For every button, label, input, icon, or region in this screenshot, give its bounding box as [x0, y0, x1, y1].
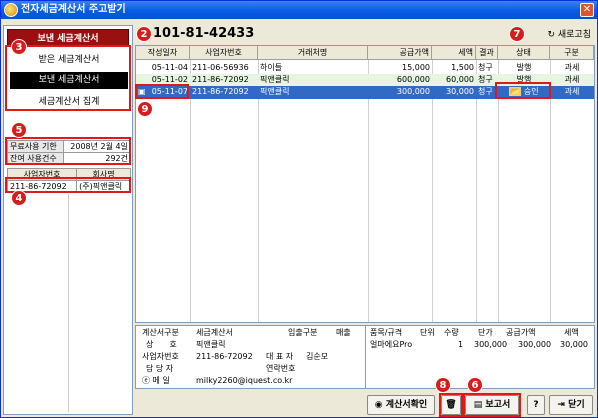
row-status: 발행 [516, 63, 532, 72]
row-kind: 과세 [564, 75, 580, 84]
app-window: 전자세금계산서 주고받기 ✕ 보낸 세금계산서 받은 세금계산서 보낸 세금계산… [0, 0, 598, 418]
col-result[interactable]: 결과 [476, 46, 498, 60]
trade-label: 상 호 [146, 340, 177, 349]
item-qty: 1 [458, 340, 464, 349]
calc-type: 세금계산서 [196, 328, 233, 337]
col-tax[interactable]: 세액 [432, 46, 476, 60]
item-tax: 30,000 [560, 340, 588, 349]
badge-7: 7 [509, 26, 525, 42]
calc-type-label: 계산서구분 [142, 328, 179, 337]
detail-left: 계산서구분 세금계산서 입출구분 매출 상 호 픽앤클릭 사업자번호 211-8… [136, 326, 366, 388]
row-biz: 211-86-72092 [192, 87, 249, 96]
io-label: 입출구분 [288, 328, 318, 337]
biz-label: 사업자번호 [142, 352, 179, 361]
window-title: 전자세금계산서 주고받기 [21, 4, 126, 15]
col-date[interactable]: 작성일자 [136, 46, 190, 60]
header-strip: 101-81-42433 ↻ 새로고침 [135, 25, 595, 43]
grid-line [432, 60, 433, 322]
col-kind[interactable]: 구분 [550, 46, 594, 60]
refresh-icon: ↻ [547, 30, 558, 40]
manager-label: 담 당 자 [146, 364, 174, 373]
highlight-delete [439, 393, 463, 417]
row-kind: 과세 [564, 63, 580, 72]
exit-button[interactable]: ⇥ 닫기 [549, 395, 593, 415]
row-date: 05-11-04 [151, 63, 188, 72]
items-table: 품목/규격 단위 수량 단가 공급가액 세액 얼마에요Pro 1 300,000… [368, 326, 594, 388]
confirm-button[interactable]: ◉ 계산서확인 [367, 395, 435, 415]
highlight-report [463, 393, 521, 417]
biz-value: 211-86-72092 [196, 352, 253, 361]
rep-label: 대 표 자 [266, 352, 294, 361]
row-biz: 211-86-72092 [192, 75, 249, 84]
app-icon [4, 3, 18, 17]
title-bar: 전자세금계산서 주고받기 ✕ [1, 1, 597, 19]
row-tax: 1,500 [451, 63, 474, 72]
badge-6: 6 [467, 377, 483, 393]
highlight-usage [5, 137, 131, 165]
badge-5: 5 [11, 122, 27, 138]
col-biz[interactable]: 사업자번호 [190, 46, 258, 60]
col-status[interactable]: 상태 [498, 46, 550, 60]
row-supply: 600,000 [396, 75, 430, 84]
detail-panel: 계산서구분 세금계산서 입출구분 매출 상 호 픽앤클릭 사업자번호 211-8… [135, 325, 595, 389]
grid-line [368, 60, 369, 322]
biz-number-title: 101-81-42433 [153, 26, 255, 41]
col-supply[interactable]: 공급가액 [368, 46, 432, 60]
table-header: 작성일자 사업자번호 거래처명 공급가액 세액 결과 상태 구분 [136, 46, 594, 60]
email-value: milky2260@iquest.co.kr [196, 376, 293, 385]
row-biz: 211-06-56936 [192, 63, 249, 72]
row-result: 청구 [478, 63, 493, 72]
grid-line [498, 60, 499, 322]
highlight-company [5, 177, 131, 193]
item-col-name: 품목/규격 [370, 328, 403, 337]
grid-line [476, 60, 477, 322]
exit-label: 닫기 [568, 400, 585, 410]
item-col-tax: 세액 [564, 328, 579, 337]
row-name: 픽앤클릭 [260, 87, 290, 96]
refresh-button[interactable]: ↻ 새로고침 [547, 27, 591, 40]
rep-value: 김순모 [306, 352, 329, 361]
item-supply: 300,000 [518, 340, 552, 349]
badge-3: 3 [11, 39, 27, 55]
divider [68, 194, 69, 412]
row-kind: 과세 [564, 87, 580, 96]
row-tax: 30,000 [446, 87, 474, 96]
close-window-button[interactable]: ✕ [580, 3, 594, 17]
row-tax: 60,000 [446, 75, 474, 84]
row-supply: 300,000 [396, 87, 430, 96]
highlight-sidebar [5, 45, 131, 111]
item-col-supply: 공급가액 [506, 328, 536, 337]
email-label: ⓔ 메 일 [142, 376, 170, 385]
refresh-label: 새로고침 [557, 30, 591, 40]
help-button[interactable]: ? [527, 395, 545, 415]
grid-line [258, 60, 259, 322]
grid-line [190, 60, 191, 322]
exit-icon: ⇥ [557, 400, 569, 410]
item-col-price: 단가 [478, 328, 493, 337]
io-value: 매출 [336, 328, 351, 337]
item-col-unit: 단위 [420, 328, 435, 337]
badge-2: 2 [136, 26, 152, 42]
row-name: 픽앤클릭 [260, 75, 290, 84]
eye-icon: ◉ [374, 400, 386, 410]
table-row[interactable]: 05-11-04 211-06-56936 하이들 15,000 1,500 청… [136, 62, 594, 74]
row-supply: 15,000 [402, 63, 430, 72]
confirm-label: 계산서확인 [385, 400, 428, 410]
highlight-status [495, 82, 551, 99]
badge-4: 4 [11, 190, 27, 206]
item-col-qty: 수량 [444, 328, 459, 337]
badge-8: 8 [435, 377, 451, 393]
highlight-row [135, 84, 189, 99]
item-price: 300,000 [474, 340, 508, 349]
item-name: 얼마에요Pro [370, 340, 413, 349]
trade-value: 픽앤클릭 [196, 340, 226, 349]
row-name: 하이들 [260, 63, 283, 72]
badge-9: 9 [137, 101, 153, 117]
col-name[interactable]: 거래처명 [258, 46, 368, 60]
grid-line [550, 60, 551, 322]
contact-label: 연락번호 [266, 364, 296, 373]
